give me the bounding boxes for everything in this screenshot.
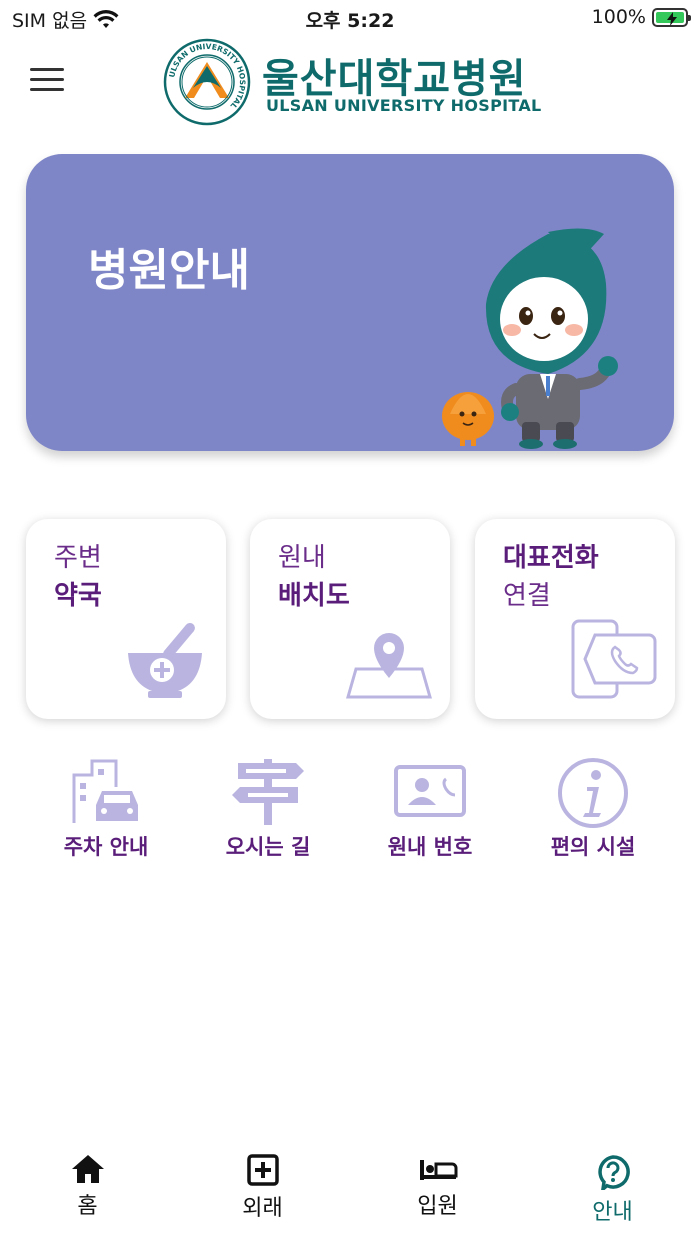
contact-card-icon xyxy=(394,765,466,817)
menu-bar xyxy=(30,68,64,71)
signpost-icon xyxy=(232,759,304,825)
status-bar: SIM 없음 오후 5:22 100% xyxy=(0,0,700,36)
quick-directions[interactable]: 오시는 길 xyxy=(203,757,333,867)
question-bubble-icon xyxy=(597,1155,630,1190)
bottom-tab-bar: 홈 외래 입원 안내 xyxy=(0,1144,700,1244)
tab-label: 안내 xyxy=(592,1200,633,1225)
info-icon xyxy=(558,758,628,828)
quick-label: 오시는 길 xyxy=(225,835,311,859)
phone-call-icon xyxy=(571,619,657,699)
mortar-pestle-icon xyxy=(128,622,202,698)
tab-label: 외래 xyxy=(242,1196,283,1221)
quick-label: 편의 시설 xyxy=(550,835,636,859)
battery-icon xyxy=(652,7,691,27)
logo-name-english: ULSAN UNIVERSITY HOSPITAL xyxy=(266,96,542,115)
map-pin-icon xyxy=(346,633,432,699)
hero-title: 병원안내 xyxy=(88,245,250,296)
card-line-top: 원내 xyxy=(278,543,326,573)
bed-icon xyxy=(419,1160,457,1180)
menu-bar xyxy=(30,78,64,81)
tab-label: 홈 xyxy=(77,1194,98,1219)
card-nearby-pharmacy[interactable]: 주변 약국 xyxy=(26,519,226,719)
hospital-emblem-logo: ULSAN UNIVERSITY HOSPITAL xyxy=(163,38,251,126)
tab-label: 입원 xyxy=(417,1194,458,1219)
battery-percent: 100% xyxy=(591,6,646,28)
tab-inpatient[interactable]: 입원 xyxy=(350,1144,525,1234)
home-icon xyxy=(71,1155,104,1183)
tab-home[interactable]: 홈 xyxy=(0,1144,175,1234)
plus-square-icon xyxy=(246,1154,279,1186)
charging-bolt-icon xyxy=(667,11,677,26)
tab-guide[interactable]: 안내 xyxy=(525,1144,700,1234)
card-main-phone[interactable]: 대표전화 연결 xyxy=(475,519,675,719)
card-floor-map[interactable]: 원내 배치도 xyxy=(250,519,450,719)
tab-outpatient[interactable]: 외래 xyxy=(175,1144,350,1234)
quick-amenities[interactable]: 편의 시설 xyxy=(528,757,658,867)
card-line-top: 대표전화 xyxy=(503,543,599,573)
card-line-top: 주변 xyxy=(54,543,102,573)
quick-parking-info[interactable]: 주차 안내 xyxy=(41,757,171,867)
menu-hamburger-button[interactable] xyxy=(30,68,64,94)
hero-banner: 병원안내 xyxy=(26,154,674,451)
status-right: 100% xyxy=(591,6,691,28)
card-line-bottom: 약국 xyxy=(54,581,102,611)
mascot-illustration xyxy=(442,228,618,449)
quick-label: 원내 번호 xyxy=(387,835,473,859)
quick-label: 주차 안내 xyxy=(63,835,149,859)
card-line-bottom: 배치도 xyxy=(278,581,350,611)
app-header: ULSAN UNIVERSITY HOSPITAL 울산대학교병원 ULSAN … xyxy=(0,36,700,128)
card-line-bottom: 연결 xyxy=(503,581,551,611)
battery-level xyxy=(656,11,684,26)
quick-internal-numbers[interactable]: 원내 번호 xyxy=(365,757,495,867)
parking-car-icon xyxy=(72,759,138,823)
menu-bar xyxy=(30,88,64,91)
